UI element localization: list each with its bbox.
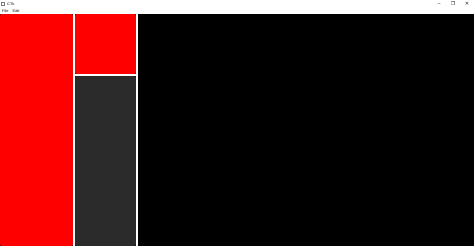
title-bar[interactable]: CTk – ❐ ✕ [0,0,474,8]
content-area [0,14,474,246]
app-window: CTk – ❐ ✕ File Edit [0,0,474,246]
minimize-button[interactable]: – [432,0,446,8]
dark-panel [75,76,136,246]
window-title: CTk [7,1,15,6]
window-controls: – ❐ ✕ [432,0,474,8]
maximize-button[interactable]: ❐ [446,0,460,8]
left-red-panel [0,14,73,246]
close-button[interactable]: ✕ [460,0,474,8]
vertical-divider-right[interactable] [136,14,138,246]
top-red-panel [75,14,136,74]
app-icon [1,2,5,6]
